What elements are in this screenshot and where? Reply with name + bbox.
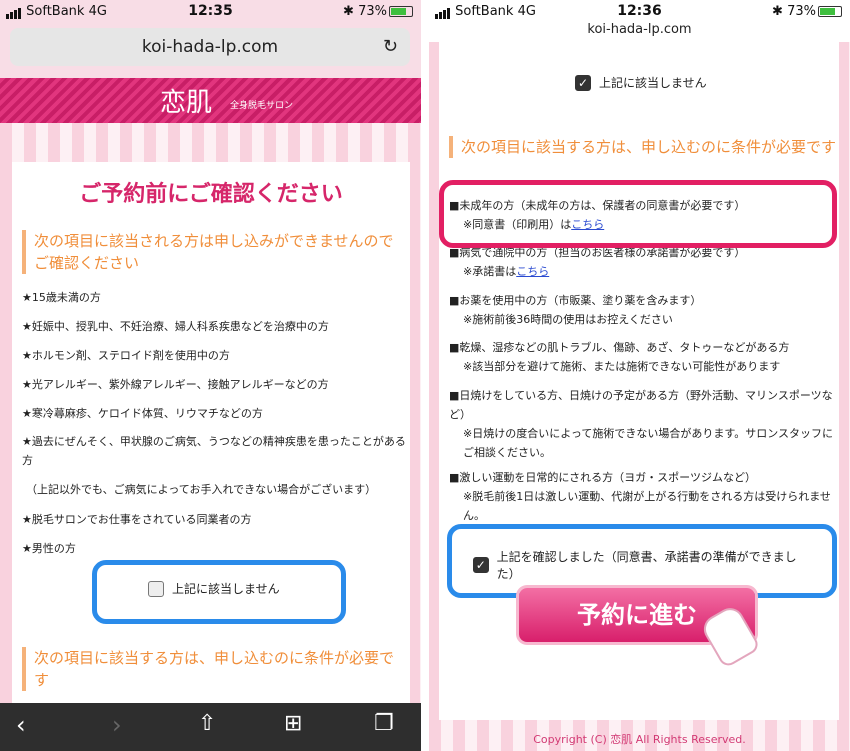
list-item: ★15歳未満の方 xyxy=(22,291,101,304)
divider xyxy=(421,0,429,751)
page-title: ご予約前にご確認ください xyxy=(79,182,343,207)
battery-icon xyxy=(818,6,842,17)
approval-form-link[interactable]: こちら xyxy=(516,265,549,278)
battery-status: ✱ 73% xyxy=(772,4,842,19)
share-icon[interactable]: ⇧ xyxy=(198,711,216,736)
checkbox-checked-icon[interactable]: ✓ xyxy=(575,74,591,91)
bluetooth-icon: ✱ xyxy=(343,4,354,19)
browser-toolbar: ‹ › ⇧ ⊞ ❐ xyxy=(0,703,421,751)
url-text: koi-hada-lp.com xyxy=(141,37,279,57)
section-heading: 次の項目に該当される方は申し込みができませんのでご確認ください xyxy=(22,230,404,274)
list-item: ★脱毛サロンでお仕事をされている同業者の方 xyxy=(22,513,252,526)
battery-icon xyxy=(389,6,413,17)
annotation-highlight-blue xyxy=(447,524,837,598)
note: （上記以外でも、ご病気によってお手入れできない場合がございます） xyxy=(26,483,377,496)
list-item: ■病気で通院中の方（担当のお医者様の承諾書が必要です） ※承諾書はこちら xyxy=(449,246,746,278)
list-item: ★過去にぜんそく、甲状腺のご病気、うつなどの精神疾患を患ったことがある方 xyxy=(22,435,406,467)
list-item: ★光アレルギー、紫外線アレルギー、接触アレルギーなどの方 xyxy=(22,378,329,391)
logo-subtitle: 全身脱毛サロン xyxy=(230,101,294,111)
bluetooth-icon: ✱ xyxy=(772,4,783,19)
not-applicable-checkbox[interactable]: ✓ 上記に該当しません xyxy=(575,74,707,91)
content-card: ご予約前にご確認ください 次の項目に該当される方は申し込みができませんのでご確認… xyxy=(12,162,410,722)
left-screen: SoftBank 4G 12:35 ✱ 73% koi-hada-lp.com … xyxy=(0,0,421,751)
status-bar: SoftBank 4G 12:35 ✱ 73% xyxy=(0,0,421,24)
url-text[interactable]: koi-hada-lp.com xyxy=(429,22,850,37)
logo: 恋肌 xyxy=(160,88,213,118)
list-item: ■乾燥、湿疹などの肌トラブル、傷跡、あざ、タトゥーなどがある方 ※該当部分を避け… xyxy=(449,341,790,373)
copyright: Copyright (C) 恋肌 All Rights Reserved. xyxy=(533,733,746,746)
list-item: ★寒冷蕁麻疹、ケロイド体質、リウマチなどの方 xyxy=(22,407,263,420)
list-item: ★男性の方 xyxy=(22,542,76,555)
status-bar: SoftBank 4G 12:36 ✱ 73% koi-hada-lp.com xyxy=(429,0,850,42)
forward-icon[interactable]: › xyxy=(112,711,122,739)
list-item: ■お薬を使用中の方（市販薬、塗り薬を含みます） ※施術前後36時間の使用はお控え… xyxy=(449,294,702,326)
brand-header: 恋肌 全身脱毛サロン xyxy=(0,78,421,123)
back-icon[interactable]: ‹ xyxy=(16,711,26,739)
bookmarks-icon[interactable]: ⊞ xyxy=(284,711,302,736)
tabs-icon[interactable]: ❐ xyxy=(374,711,394,736)
section-heading-conditions: 次の項目に該当する方は、申し込むのに条件が必要です xyxy=(449,136,841,158)
list-item: ★妊娠中、授乳中、不妊治療、婦人科系疾患などを治療中の方 xyxy=(22,320,329,333)
section-heading-conditions: 次の項目に該当する方は、申し込むのに条件が必要です xyxy=(22,647,404,691)
checkbox-label: 上記に該当しません xyxy=(599,76,707,90)
annotation-highlight-red xyxy=(439,180,837,248)
address-bar[interactable]: koi-hada-lp.com ↻ xyxy=(10,28,410,66)
reload-icon[interactable]: ↻ xyxy=(383,28,398,66)
list-item: ■激しい運動を日常的にされる方（ヨガ・スポーツジムなど） ※脱毛前後1日は激しい… xyxy=(449,471,831,522)
battery-status: ✱ 73% xyxy=(343,4,413,19)
list-item: ★ホルモン剤、ステロイド剤を使用中の方 xyxy=(22,349,230,362)
right-screen: SoftBank 4G 12:36 ✱ 73% koi-hada-lp.com … xyxy=(429,0,850,751)
list-item: ■日焼けをしている方、日焼けの予定がある方（野外活動、マリンスポーツなど） ※日… xyxy=(449,389,834,459)
annotation-highlight xyxy=(92,560,346,624)
